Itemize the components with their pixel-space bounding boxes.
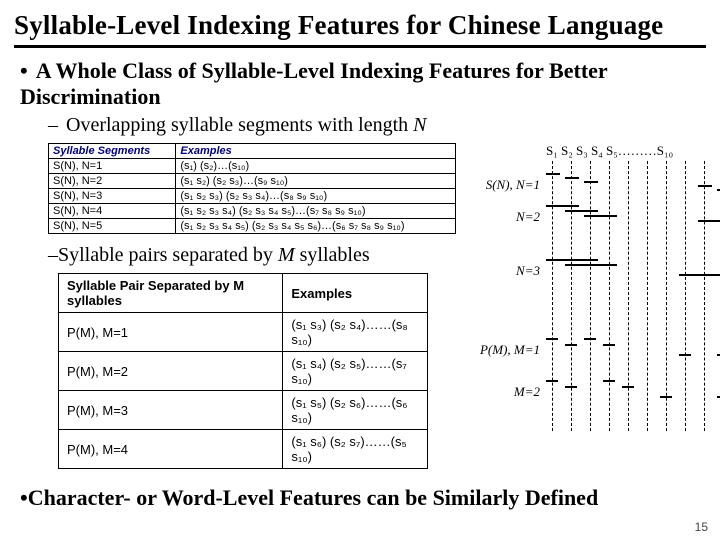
table-row: S(N), N=3(s₁ s₂ s₃) (s₂ s₃ s₄)…(s₈ s₉ s₁…: [49, 189, 456, 204]
table-row: S(N), N=2(s₁ s₂) (s₂ s₃)…(s₉ s₁₀): [49, 174, 456, 189]
title-rule: [14, 45, 706, 48]
table-row: S(N), N=4(s₁ s₂ s₃ s₄) (s₂ s₃ s₄ s₅)…(s₇…: [49, 204, 456, 219]
table-row: S(N), N=5(s₁ s₂ s₃ s₄ s₅) (s₂ s₃ s₄ s₅ s…: [49, 219, 456, 234]
dash-2: –: [48, 244, 58, 266]
bullet-1-text: A Whole Class of Syllable-Level Indexing…: [20, 58, 607, 109]
diag-row-n2: N=2: [470, 205, 720, 229]
diag-row-m1: P(M), M=1: [470, 338, 720, 362]
content-row: Syllable Segments Examples S(N), N=1(s₁)…: [14, 137, 706, 469]
sub2-ital: M: [278, 244, 295, 266]
diag-row-n1: S(N), N=1: [470, 173, 720, 197]
bullet-2-text: Character- or Word-Level Features can be…: [28, 485, 598, 510]
table-row: P(M), M=3(s₁ s₅) (s₂ s₆)……(s₆ s₁₀): [59, 391, 428, 430]
diag-row-m2: M=2: [470, 380, 720, 404]
seg-n1: [546, 173, 720, 197]
right-column: S₁ S₂ S₃ S₄ S₅………S₁₀ S(N), N=1: [456, 137, 720, 412]
table-syllable-pairs: Syllable Pair Separated by M syllables E…: [58, 273, 428, 469]
bullet-2: •Character- or Word-Level Features can b…: [20, 485, 706, 511]
table-row: P(M), M=2(s₁ s₄) (s₂ s₅)……(s₇ s₁₀): [59, 352, 428, 391]
table-syllable-segments: Syllable Segments Examples S(N), N=1(s₁)…: [48, 143, 456, 234]
seg-n2: [546, 205, 720, 229]
page-number: 15: [695, 520, 708, 534]
bullet-dot-2: •: [20, 485, 28, 510]
subbullet-2: –Syllable pairs separated by M syllables: [48, 244, 456, 267]
sub2-prefix: Syllable pairs separated by: [58, 244, 278, 266]
dash-1: –: [48, 114, 58, 136]
bullet-1: •A Whole Class of Syllable-Level Indexin…: [20, 58, 706, 110]
sub1-ital: N: [413, 114, 426, 136]
sub2-suffix: syllables: [295, 244, 370, 266]
table-row: Syllable Pair Separated by M syllables E…: [59, 274, 428, 313]
seg-n3: [546, 259, 720, 283]
subbullet-1: –Overlapping syllable segments with leng…: [48, 114, 706, 137]
th-seg: Syllable Segments: [49, 144, 176, 159]
page-title: Syllable-Level Indexing Features for Chi…: [14, 10, 706, 41]
left-column: Syllable Segments Examples S(N), N=1(s₁)…: [14, 137, 456, 469]
table-row: P(M), M=1(s₁ s₃) (s₂ s₄)……(s₈ s₁₀): [59, 313, 428, 352]
bullet-dot: •: [20, 58, 28, 83]
th-ex: Examples: [176, 144, 456, 159]
seg-m2: [546, 380, 720, 404]
sub1-text: Overlapping syllable segments with lengt…: [66, 114, 413, 136]
diag-row-n3: N=3: [470, 259, 720, 283]
diagram: S₁ S₂ S₃ S₄ S₅………S₁₀ S(N), N=1: [470, 143, 720, 404]
th-ex2: Examples: [283, 274, 428, 313]
table-row: Syllable Segments Examples: [49, 144, 456, 159]
seg-m1: [546, 338, 720, 362]
table-row: P(M), M=4(s₁ s₆) (s₂ s₇)……(s₅ s₁₀): [59, 430, 428, 469]
th-pair: Syllable Pair Separated by M syllables: [59, 274, 283, 313]
slide: Syllable-Level Indexing Features for Chi…: [0, 0, 720, 540]
table-row: S(N), N=1(s₁) (s₂)…(s₁₀): [49, 159, 456, 174]
syllable-axis: S₁ S₂ S₃ S₄ S₅………S₁₀: [546, 143, 673, 159]
